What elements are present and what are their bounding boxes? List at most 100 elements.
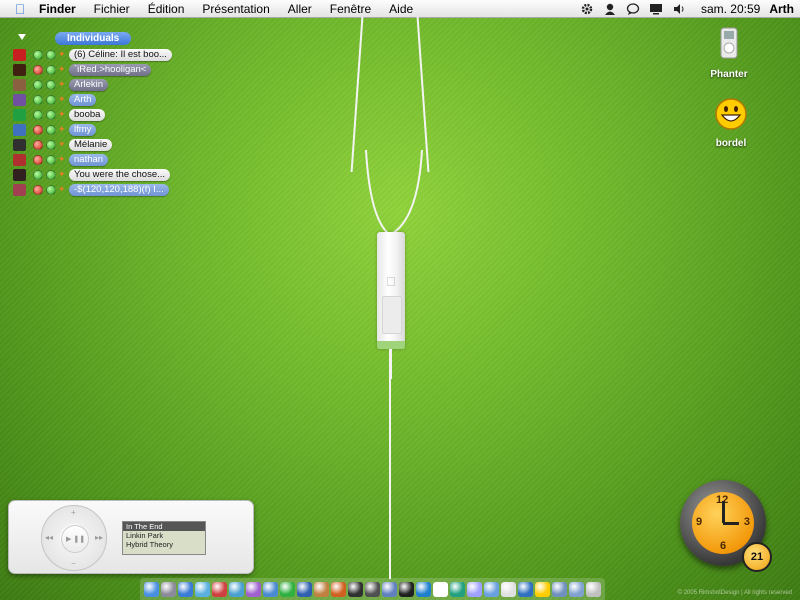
clock-minute-hand — [723, 522, 739, 525]
buddy-group-label[interactable]: Individuals — [55, 32, 132, 45]
buddy-name: (6) Céline: Il est boo... — [69, 48, 172, 61]
safari-icon[interactable] — [178, 581, 193, 597]
user-icon[interactable] — [603, 2, 617, 16]
finder-icon[interactable] — [144, 581, 159, 597]
aim-icon: ✦ — [58, 79, 66, 89]
volume-icon[interactable] — [672, 2, 686, 16]
desktop-icon-bordel[interactable]: bordel — [696, 97, 766, 149]
aim-icon: ✦ — [58, 154, 66, 164]
downloads-icon[interactable] — [569, 581, 584, 597]
mail-icon[interactable] — [195, 581, 210, 597]
buddy-row[interactable]: ✦ -$(120,120,188)(f) I... — [10, 183, 172, 196]
buddy-avatar — [13, 168, 26, 181]
cord-join — [365, 150, 423, 236]
buddy-row[interactable]: ✦ `iRed.>hooligan< — [10, 63, 172, 76]
iphoto-icon[interactable] — [263, 581, 278, 597]
camera-icon[interactable] — [365, 581, 380, 597]
buddy-row[interactable]: ✦ nathan — [10, 153, 172, 166]
wheel-plus[interactable]: + — [71, 508, 76, 517]
terminal-icon[interactable] — [399, 581, 414, 597]
status-dot-icon — [46, 64, 56, 75]
buddy-row[interactable]: ✦ Arth — [10, 93, 172, 106]
wheel-prev[interactable]: ◂◂ — [45, 533, 53, 542]
buddy-name: Mélanie — [69, 138, 113, 151]
game-icon[interactable] — [467, 581, 482, 597]
guitar-icon[interactable] — [314, 581, 329, 597]
disclosure-triangle-icon[interactable] — [18, 34, 26, 40]
imovie-icon[interactable] — [382, 581, 397, 597]
buddy-row[interactable]: ✦ Arlekin — [10, 78, 172, 91]
system-prefs-icon[interactable] — [161, 581, 176, 597]
wheel-next[interactable]: ▸▸ — [95, 533, 103, 542]
wheel-minus[interactable]: − — [71, 559, 76, 568]
gear-icon[interactable] — [580, 2, 594, 16]
photo-icon[interactable] — [484, 581, 499, 597]
aim-icon: ✦ — [58, 49, 66, 59]
dashboard-icon[interactable] — [348, 581, 363, 597]
click-wheel[interactable]: + ◂◂ ▸▸ − ▶ ❚❚ — [41, 505, 107, 571]
clock-numeral-6: 6 — [720, 540, 727, 552]
status-indicator-icon — [33, 94, 43, 105]
itunes-widget: + ◂◂ ▸▸ − ▶ ❚❚ In The End Linkin Park Hy… — [8, 500, 254, 574]
menu-aller[interactable]: Aller — [288, 2, 312, 16]
buddy-row[interactable]: ✦ (6) Céline: Il est boo... — [10, 48, 172, 61]
itunes-icon[interactable] — [246, 581, 261, 597]
status-indicator-icon — [33, 124, 43, 135]
menu-presentation[interactable]: Présentation — [202, 2, 269, 16]
display-icon[interactable] — [649, 2, 663, 16]
buddy-avatar — [13, 138, 26, 151]
aim-icon: ✦ — [58, 184, 66, 194]
buddy-name: -$(120,120,188)(f) I... — [69, 183, 169, 196]
apple-menu-icon[interactable]:  — [13, 2, 27, 16]
status-indicator-icon — [33, 109, 43, 120]
menu-aide[interactable]: Aide — [389, 2, 413, 16]
menubar-clock[interactable]: sam. 20:59 — [701, 2, 760, 16]
ical-icon[interactable] — [212, 581, 227, 597]
network-icon[interactable] — [229, 581, 244, 597]
x11-icon[interactable] — [501, 581, 516, 597]
appstore-icon[interactable] — [416, 581, 431, 597]
clock-hour-hand — [722, 501, 725, 523]
buddy-row[interactable]: ✦ You were the chose... — [10, 168, 172, 181]
trash-icon[interactable] — [586, 581, 601, 597]
smiley-icon[interactable] — [535, 581, 550, 597]
menu-finder[interactable]: Finder — [39, 2, 76, 16]
globe-icon[interactable] — [450, 581, 465, 597]
buddy-avatar — [13, 93, 26, 106]
desktop-icon-label: bordel — [715, 138, 747, 149]
buddy-group-header[interactable]: Individuals — [10, 32, 172, 46]
menu-fichier[interactable]: Fichier — [94, 2, 130, 16]
buddy-row[interactable]: ✦ booba — [10, 108, 172, 121]
calendar-icon[interactable] — [433, 581, 448, 597]
desktop-icon-phanter[interactable]: Phanter — [694, 26, 764, 80]
adium-icon[interactable] — [280, 581, 295, 597]
track-album: Hybrid Theory — [126, 540, 173, 549]
chat-icon[interactable] — [626, 2, 640, 16]
buddy-name: nathan — [69, 153, 109, 166]
buddy-avatar — [13, 48, 26, 61]
buddy-row[interactable]: ✦ Mélanie — [10, 138, 172, 151]
copyright-text: © 2005 RimshotDesign | All rights reserv… — [677, 590, 792, 596]
track-artist: Linkin Park — [126, 531, 164, 540]
buddy-name: You were the chose... — [69, 168, 171, 181]
preview-icon[interactable] — [331, 581, 346, 597]
menu-fenetre[interactable]: Fenêtre — [330, 2, 371, 16]
buddy-avatar — [13, 123, 26, 136]
quicktime-icon[interactable] — [518, 581, 533, 597]
buddy-row[interactable]: ✦ lfmy — [10, 123, 172, 136]
folder-icon[interactable] — [552, 581, 567, 597]
menu-extras: sam. 20:59 Arth — [580, 0, 794, 17]
status-indicator-icon — [33, 169, 43, 180]
menu-edition[interactable]: Édition — [148, 2, 185, 16]
buddy-avatar — [13, 108, 26, 121]
aim-icon: ✦ — [58, 64, 66, 74]
wheel-center-button[interactable]: ▶ ❚❚ — [61, 525, 89, 553]
date-badge: 21 — [742, 542, 772, 572]
xcode-icon[interactable] — [297, 581, 312, 597]
status-indicator-icon — [33, 49, 43, 60]
clock-face: 12 3 6 9 — [692, 492, 754, 554]
menubar-user[interactable]: Arth — [769, 2, 794, 16]
apple-logo-icon:  — [385, 274, 397, 292]
status-dot-icon — [46, 49, 56, 60]
status-dot-icon — [46, 154, 56, 165]
